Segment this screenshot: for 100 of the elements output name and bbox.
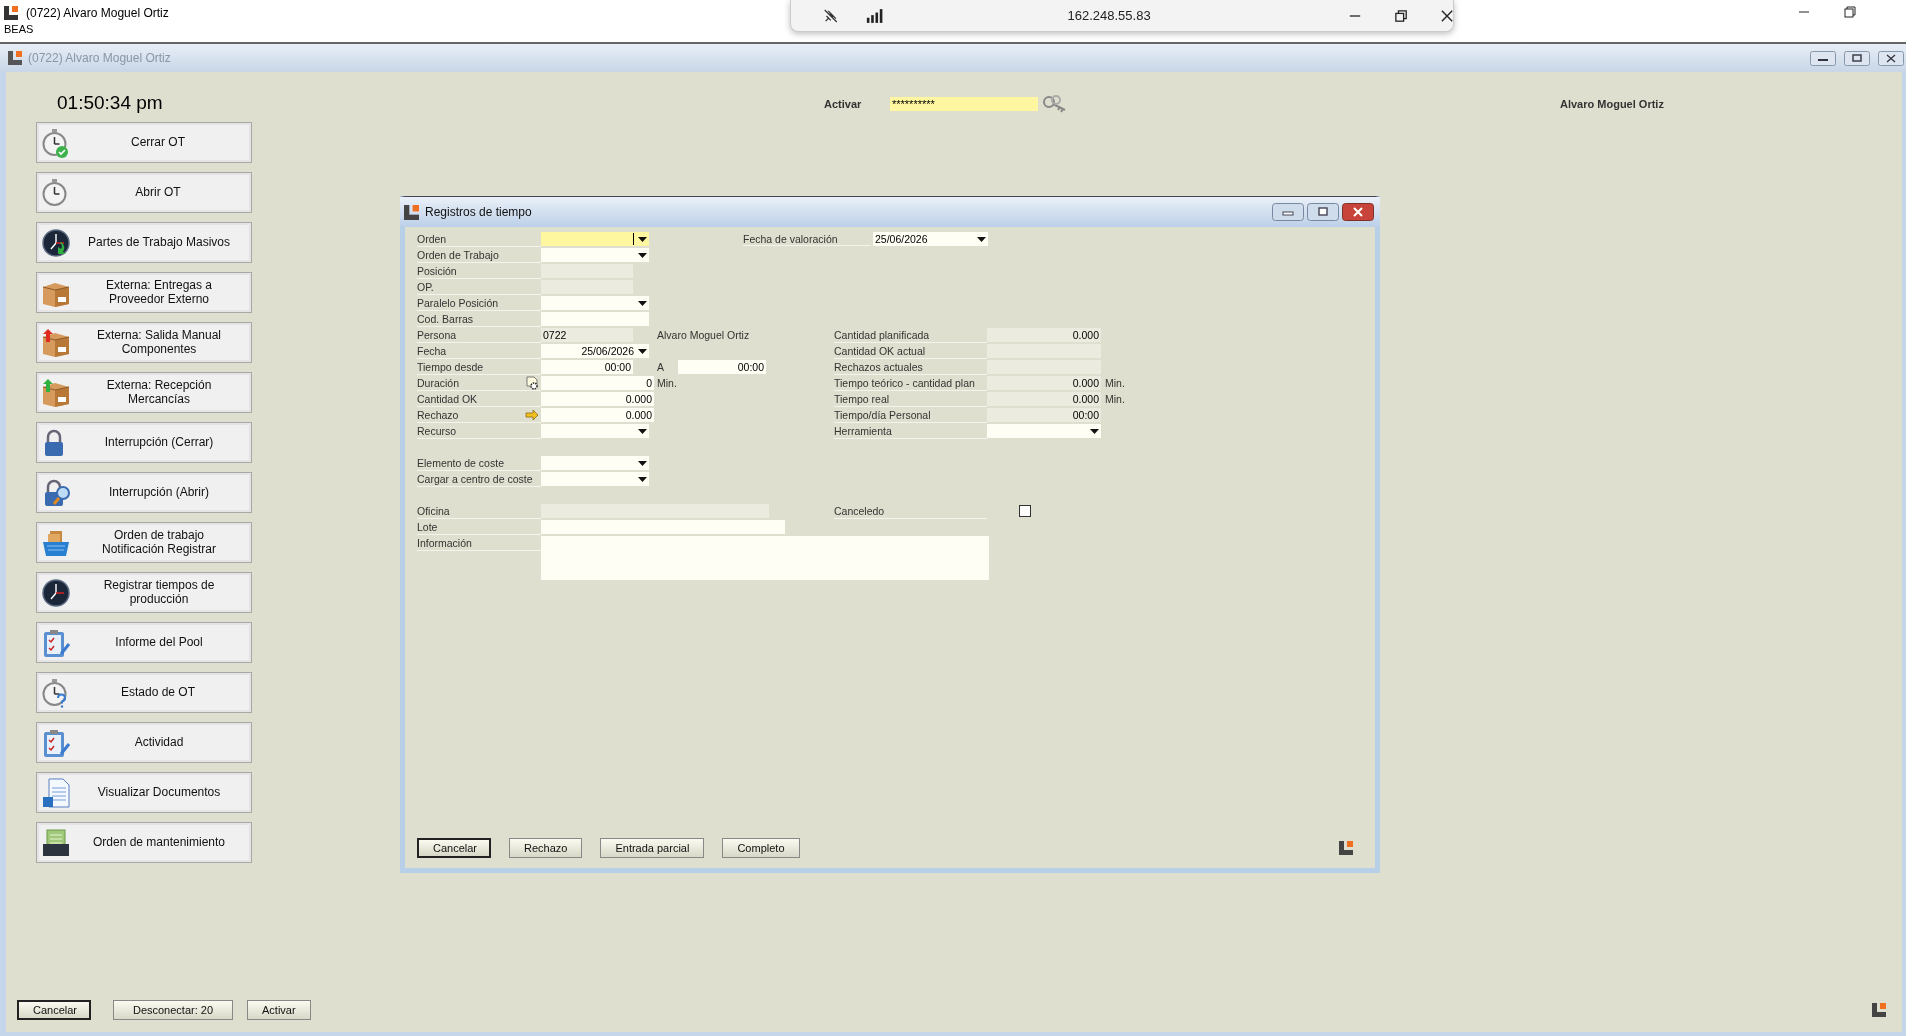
clipboard-icon xyxy=(41,727,71,758)
input-field[interactable]: 00:00 xyxy=(987,408,1101,422)
clipboard-icon xyxy=(41,627,71,658)
app-logo-icon xyxy=(1339,841,1353,855)
menu-button[interactable]: Interrupción (Abrir) xyxy=(36,472,252,513)
menu-button[interactable]: Informe del Pool xyxy=(36,622,252,663)
field-label: OP. xyxy=(417,280,434,293)
menu-button[interactable]: Externa: Entregas a Proveedor Externo xyxy=(36,272,252,313)
menu-button[interactable]: Visualizar Documentos xyxy=(36,772,252,813)
dropdown-field[interactable]: 25/06/2026 xyxy=(873,232,988,246)
password-field[interactable]: ********** xyxy=(890,97,1038,111)
field-label: Persona xyxy=(417,328,457,341)
drawer-cabinet-icon xyxy=(41,827,71,858)
field-label: Tiempo real xyxy=(834,392,890,405)
close-icon[interactable] xyxy=(1342,203,1374,221)
field-label: Orden de Trabajo xyxy=(417,248,499,261)
menu-button[interactable]: Registrar tiempos de producción xyxy=(36,572,252,613)
input-field[interactable]: 0.000 xyxy=(541,408,654,422)
dropdown-caret-icon xyxy=(638,428,647,434)
input-field[interactable] xyxy=(541,312,649,326)
app-logo-icon xyxy=(8,51,22,65)
field-label: Cantidad planificada xyxy=(834,328,930,341)
dropdown-field[interactable] xyxy=(541,424,649,438)
dialog-title: Registros de tiempo xyxy=(425,205,532,219)
input-field[interactable] xyxy=(987,360,1101,374)
footer-button[interactable]: Activar xyxy=(247,1000,311,1020)
dropdown-field[interactable] xyxy=(541,296,649,310)
input-field[interactable]: 0 xyxy=(541,376,654,390)
activate-label: Activar xyxy=(824,98,863,110)
stopwatch-icon xyxy=(41,177,69,208)
field-note: Alvaro Moguel Ortiz xyxy=(657,329,750,341)
input-field[interactable] xyxy=(541,520,785,534)
dialog-button[interactable]: Rechazo xyxy=(509,838,583,858)
field-label: Fecha xyxy=(417,344,447,357)
dialog-button[interactable]: Entrada parcial xyxy=(600,838,705,858)
dialog-button[interactable]: Cancelar xyxy=(417,838,491,858)
stopwatch-check-icon xyxy=(41,127,69,158)
field-label: Duración xyxy=(417,376,460,389)
field-label: Cargar a centro de coste xyxy=(417,472,533,485)
dropdown-field[interactable] xyxy=(987,424,1101,438)
app-logo-icon xyxy=(4,6,18,20)
restore-icon[interactable] xyxy=(1394,8,1407,23)
connection-address: 162.248.55.83 xyxy=(1067,8,1152,23)
dropdown-field[interactable] xyxy=(541,248,649,262)
close-icon[interactable] xyxy=(1878,50,1904,66)
menu-button[interactable]: Orden de trabajo Notificación Registrar xyxy=(36,522,252,563)
input-field[interactable]: 0.000 xyxy=(987,392,1101,406)
menu-button[interactable]: Externa: Recepción Mercancías xyxy=(36,372,252,413)
restore-icon[interactable] xyxy=(1844,6,1856,18)
dialog-button[interactable]: Completo xyxy=(722,838,800,858)
input-field[interactable]: 0.000 xyxy=(987,328,1101,342)
menu-button[interactable]: Estado de OT xyxy=(36,672,252,713)
maximize-icon[interactable] xyxy=(1844,50,1870,66)
keys-icon[interactable] xyxy=(1042,94,1068,114)
menu-button[interactable]: Actividad xyxy=(36,722,252,763)
menu-button[interactable]: Cerrar OT xyxy=(36,122,252,163)
dropdown-field[interactable] xyxy=(541,472,649,486)
input-field[interactable]: 00:00 xyxy=(678,360,766,374)
field-label: Orden xyxy=(417,232,447,245)
input-field[interactable] xyxy=(541,280,633,294)
minimize-icon[interactable] xyxy=(1810,50,1836,66)
field-note: Min. xyxy=(1105,393,1125,405)
window-subtitle: BEAS xyxy=(4,23,35,35)
dropdown-field[interactable] xyxy=(541,456,649,470)
menu-button[interactable]: Abrir OT xyxy=(36,172,252,213)
checkbox[interactable] xyxy=(1019,505,1031,517)
dropdown-field[interactable]: 25/06/2026 xyxy=(541,344,649,358)
field-label: Tiempo/día Personal xyxy=(834,408,931,421)
arrow-right-icon[interactable] xyxy=(525,409,539,420)
input-field[interactable] xyxy=(541,504,769,518)
dropdown-caret-icon xyxy=(638,476,647,482)
input-field[interactable]: 0.000 xyxy=(541,392,654,406)
menu-button[interactable]: Partes de Trabajo Masivos xyxy=(36,222,252,263)
input-field[interactable]: 0.000 xyxy=(987,376,1101,390)
menu-button[interactable]: Orden de mantenimiento xyxy=(36,822,252,863)
signal-bars-icon xyxy=(865,6,885,25)
input-field[interactable] xyxy=(541,264,633,278)
footer-button[interactable]: Cancelar xyxy=(17,1000,91,1020)
maximize-icon[interactable] xyxy=(1307,203,1339,221)
input-field[interactable]: 0722 xyxy=(541,328,633,342)
menu-button[interactable]: Externa: Salida Manual Componentes xyxy=(36,322,252,363)
dropdown-caret-icon xyxy=(638,348,647,354)
close-icon[interactable] xyxy=(1440,8,1453,23)
box-up-arrow-icon xyxy=(41,377,71,408)
dropdown-caret-icon xyxy=(638,460,647,466)
clock-time: 01:50:34 pm xyxy=(57,92,163,115)
app-logo-icon xyxy=(404,204,419,220)
input-field[interactable] xyxy=(987,344,1101,358)
app-logo-icon xyxy=(1872,1003,1886,1017)
field-label: Canceledo xyxy=(834,504,885,517)
field-label: Herramienta xyxy=(834,424,892,437)
field-note: Min. xyxy=(1105,377,1125,389)
menu-button[interactable]: Interrupción (Cerrar) xyxy=(36,422,252,463)
field-label: Rechazo xyxy=(417,408,459,421)
field-label: Información xyxy=(417,536,472,549)
stopwatch-question-icon xyxy=(41,677,69,708)
input-field[interactable]: 00:00 xyxy=(541,360,633,374)
dropdown-field[interactable] xyxy=(541,232,649,246)
footer-button[interactable]: Desconectar: 20 xyxy=(113,1000,233,1020)
document-gear-icon[interactable] xyxy=(526,375,539,390)
